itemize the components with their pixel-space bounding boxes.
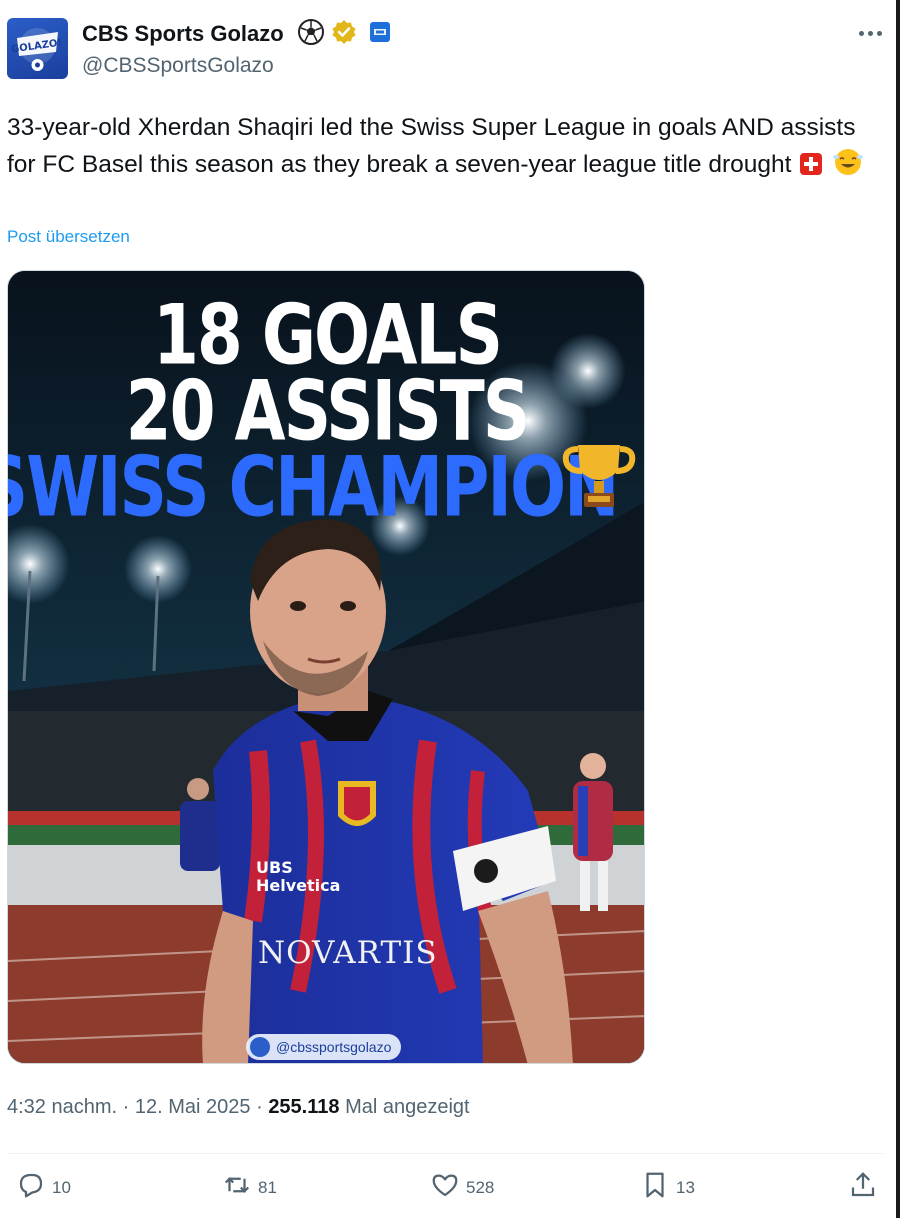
views-label: Mal angezeigt [345,1096,470,1118]
author-handle[interactable]: @CBSSportsGolazo [82,54,274,78]
tweet-image[interactable]: 18 GOALS 20 ASSISTS SWISS CHAMPION UBS H… [7,270,645,1064]
window-edge [896,0,900,1218]
name-badges [297,18,391,51]
repost-count: 81 [258,1177,277,1197]
tweet-text: 33-year-old Xherdan Shaqiri led the Swis… [7,109,877,187]
trophy-icon [560,439,638,518]
action-bar: 10 81 528 13 [0,1170,896,1210]
swiss-flag-icon [799,150,823,187]
reply-button[interactable]: 10 [16,1170,71,1205]
golazo-logo-icon [250,1037,270,1057]
headline-champion: SWISS CHAMPION [7,439,619,536]
bookmark-icon [640,1170,670,1205]
share-button[interactable] [848,1170,878,1205]
repost-icon [222,1170,252,1205]
tweet-time[interactable]: 4:32 nachm. [7,1096,117,1118]
reply-count: 10 [52,1177,71,1197]
translate-link[interactable]: Post übersetzen [7,227,130,247]
share-icon [848,1170,878,1205]
tweet-date[interactable]: 12. Mai 2025 [135,1096,251,1118]
tweet-header: GOLAZO! CBS Sports Golazo @CBSSportsGola… [0,0,896,100]
affiliate-badge-icon[interactable] [369,21,391,48]
like-button[interactable]: 528 [430,1170,494,1205]
reply-icon [16,1170,46,1205]
tweet-meta: 4:32 nachm. · 12. Mai 2025 · 255.118 Mal… [7,1096,470,1118]
bookmark-count: 13 [676,1177,695,1197]
verified-badge-icon[interactable] [331,19,357,50]
bookmark-button[interactable]: 13 [640,1170,695,1205]
divider [7,1153,885,1154]
tweet-body: 33-year-old Xherdan Shaqiri led the Swis… [7,114,856,178]
more-icon[interactable] [852,20,888,46]
avatar[interactable]: GOLAZO! [7,18,68,79]
soccer-ball-icon [297,18,325,51]
smiling-emoji-icon [831,146,865,187]
author-display-name[interactable]: CBS Sports Golazo [82,21,284,47]
sponsor-novartis: NOVARTIS [258,935,438,971]
sponsor-ubs: UBS Helvetica [256,858,341,895]
views-count: 255.118 [268,1096,340,1118]
media-watermark: @cbssportsgolazo [246,1034,402,1060]
like-icon [430,1170,460,1205]
repost-button[interactable]: 81 [222,1170,277,1205]
like-count: 528 [466,1177,495,1197]
